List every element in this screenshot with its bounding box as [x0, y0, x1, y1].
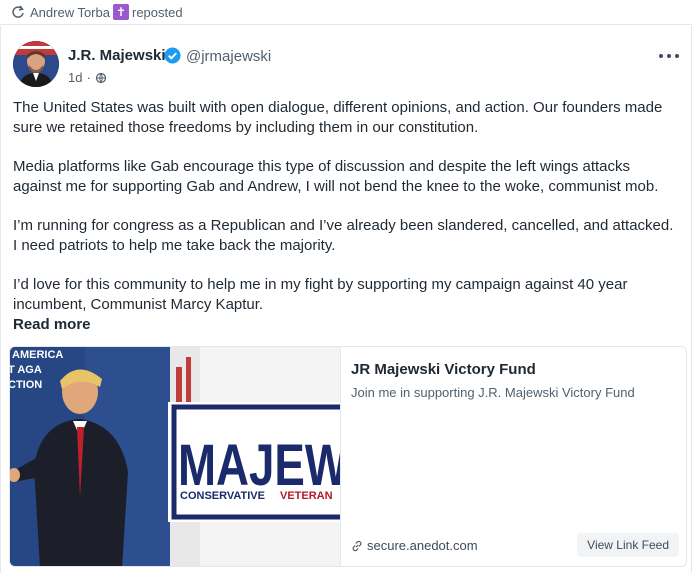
link-title[interactable]: JR Majewski Victory Fund [351, 361, 536, 378]
view-link-feed-button[interactable]: View Link Feed [577, 533, 679, 557]
link-domain[interactable]: secure.anedot.com [351, 538, 478, 553]
post-meta: 1d · [68, 70, 107, 85]
post-paragraph: I’d love for this community to help me i… [13, 276, 628, 313]
repost-action-label: reposted [131, 4, 183, 20]
avatar[interactable] [13, 41, 59, 87]
link-preview-card[interactable]: AMERICA T AGA CTION MAJEW CONSERVATIVE V… [9, 346, 687, 567]
post-body: The United States was built with open di… [13, 98, 678, 315]
banner-text: CTION [10, 379, 42, 391]
dot-icon [667, 54, 671, 58]
repost-user-name[interactable]: Andrew Torba [30, 5, 110, 20]
repost-icon [11, 5, 25, 19]
visibility-icon [95, 72, 106, 83]
post-paragraph: I’m running for congress as a Republican… [13, 217, 674, 254]
link-description: Join me in supporting J.R. Majewski Vict… [351, 385, 635, 400]
sign-subtext: CONSERVATIVE [180, 490, 265, 502]
sign-subtext: VETERAN [280, 490, 333, 502]
banner-text: T AGA [10, 364, 42, 376]
link-preview-info: JR Majewski Victory Fund Join me in supp… [340, 347, 686, 566]
read-more-link[interactable]: Read more [13, 316, 91, 333]
meta-separator: · [86, 70, 91, 85]
post-card: J.R. Majewski @jrmajewski 1d · The Unite… [0, 26, 692, 573]
repost-bar: Andrew Torba ✝ reposted [0, 0, 692, 25]
post-paragraph: Media platforms like Gab encourage this … [13, 158, 659, 195]
verified-badge-icon [164, 47, 181, 64]
cross-badge-icon: ✝ [112, 4, 129, 20]
post-time[interactable]: 1d [68, 70, 82, 85]
post-paragraph: The United States was built with open di… [13, 99, 663, 136]
link-icon [352, 540, 362, 551]
author-name[interactable]: J.R. Majewski [68, 47, 166, 64]
sign-text: MAJEW [178, 433, 340, 498]
more-options-button[interactable] [659, 50, 679, 62]
link-preview-image[interactable]: AMERICA T AGA CTION MAJEW CONSERVATIVE V… [10, 347, 340, 566]
dot-icon [675, 54, 679, 58]
dot-icon [659, 54, 663, 58]
author-handle[interactable]: @jrmajewski [186, 48, 271, 65]
link-domain-text: secure.anedot.com [367, 538, 478, 553]
banner-text: AMERICA [12, 349, 63, 361]
